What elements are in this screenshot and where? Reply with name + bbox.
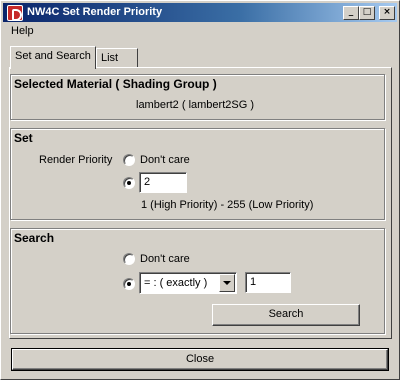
tab-panel: Selected Material ( Shading Group ) lamb… — [9, 67, 392, 339]
close-button[interactable]: Close — [11, 348, 389, 371]
menu-help[interactable]: Help — [11, 25, 34, 37]
search-value-input[interactable]: 1 — [245, 272, 291, 293]
selected-material-group: Selected Material ( Shading Group ) lamb… — [10, 74, 385, 120]
minimize-button[interactable]: _ — [343, 6, 359, 20]
render-priority-input[interactable]: 2 — [139, 172, 187, 193]
set-dont-care-label: Don't care — [140, 154, 190, 166]
maximize-button[interactable]: □ — [359, 6, 375, 20]
title-bar[interactable]: NW4C Set Render Priority _ □ × — [3, 3, 397, 22]
set-group: Set Render Priority Don't care 2 1 (High… — [10, 128, 385, 220]
search-group: Search Don't care = : ( exactly ) 1 Sear… — [10, 228, 385, 334]
window-title: NW4C Set Render Priority — [27, 6, 163, 18]
render-priority-label: Render Priority — [39, 154, 113, 166]
app-icon — [7, 5, 23, 21]
close-window-button[interactable]: × — [379, 6, 395, 20]
tab-set-and-search[interactable]: Set and Search — [10, 46, 96, 69]
search-condition-radio[interactable] — [123, 278, 135, 290]
search-condition-value: = : ( exactly ) — [144, 277, 208, 289]
set-value-radio[interactable] — [123, 177, 135, 189]
search-condition-select[interactable]: = : ( exactly ) — [139, 272, 237, 294]
chevron-down-icon[interactable] — [219, 274, 235, 292]
search-dont-care-radio[interactable] — [123, 253, 135, 265]
priority-range-hint: 1 (High Priority) - 255 (Low Priority) — [141, 199, 314, 211]
set-title: Set — [14, 131, 33, 145]
tab-list[interactable]: List — [96, 48, 138, 69]
search-button[interactable]: Search — [212, 304, 360, 326]
search-title: Search — [14, 231, 55, 245]
menu-bar: Help — [3, 23, 397, 41]
selected-material-value: lambert2 ( lambert2SG ) — [136, 99, 254, 111]
dialog-window: NW4C Set Render Priority _ □ × Help Set … — [0, 0, 400, 380]
set-dont-care-radio[interactable] — [123, 154, 135, 166]
selected-material-title: Selected Material ( Shading Group ) — [14, 77, 217, 91]
search-dont-care-label: Don't care — [140, 253, 190, 265]
